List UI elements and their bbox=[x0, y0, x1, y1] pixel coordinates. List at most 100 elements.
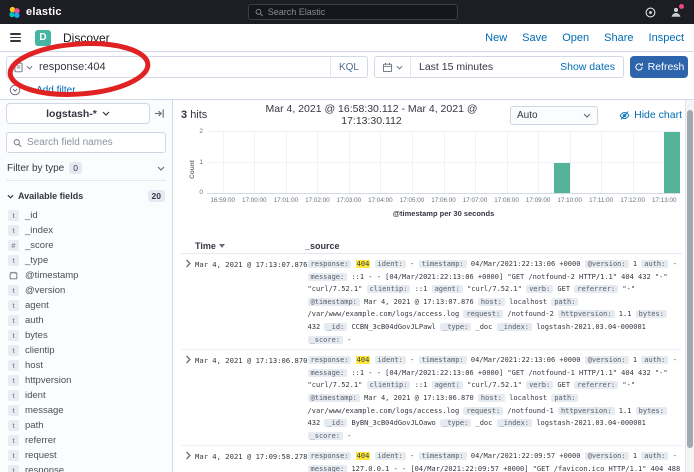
x-tick-label: 17:03:00 bbox=[337, 197, 362, 204]
field-item-agent[interactable]: tagent bbox=[6, 298, 166, 313]
share-button[interactable]: Share bbox=[604, 32, 633, 44]
field-item-index[interactable]: t_index bbox=[6, 223, 166, 238]
source-field-badge: _id: bbox=[324, 323, 347, 331]
doc-table-header: Time _source bbox=[181, 238, 682, 254]
query-language-button[interactable]: KQL bbox=[330, 57, 367, 77]
hide-chart-button[interactable]: Hide chart bbox=[606, 109, 682, 121]
interval-select[interactable]: Auto bbox=[510, 106, 598, 125]
hide-chart-label: Hide chart bbox=[634, 109, 682, 121]
discover-app-badge[interactable]: D bbox=[35, 30, 51, 46]
field-item-bytes[interactable]: tbytes bbox=[6, 328, 166, 343]
inspect-button[interactable]: Inspect bbox=[649, 32, 684, 44]
scrollbar-thumb[interactable] bbox=[687, 110, 693, 448]
refresh-label: Refresh bbox=[648, 61, 685, 73]
field-item-message[interactable]: tmessage bbox=[6, 403, 166, 418]
time-range-value[interactable]: Last 15 minutes bbox=[411, 61, 552, 73]
global-header: elastic bbox=[0, 0, 694, 24]
field-item-score[interactable]: #_score bbox=[6, 238, 166, 253]
global-search[interactable] bbox=[248, 4, 458, 20]
field-item-id[interactable]: t_id bbox=[6, 208, 166, 223]
show-dates-button[interactable]: Show dates bbox=[552, 61, 623, 73]
field-item-version[interactable]: t@version bbox=[6, 283, 166, 298]
expand-row-icon[interactable] bbox=[181, 258, 195, 346]
field-search[interactable] bbox=[6, 132, 166, 153]
field-search-input[interactable] bbox=[27, 137, 159, 148]
column-header-time[interactable]: Time bbox=[181, 241, 305, 251]
source-field-badge: _score: bbox=[308, 336, 344, 344]
source-field-value: 432 bbox=[308, 419, 321, 427]
vertical-scrollbar[interactable] bbox=[685, 100, 694, 472]
saved-query-menu[interactable] bbox=[13, 62, 39, 73]
field-item-ident[interactable]: tident bbox=[6, 388, 166, 403]
grid-line-vertical bbox=[601, 132, 602, 193]
field-item-type[interactable]: t_type bbox=[6, 253, 166, 268]
field-type-icon: t bbox=[8, 450, 19, 461]
search-icon bbox=[13, 138, 22, 148]
filter-by-type[interactable]: Filter by type 0 bbox=[6, 160, 166, 181]
field-item-path[interactable]: tpath bbox=[6, 418, 166, 433]
source-field-value: /notfound-2 bbox=[507, 310, 553, 318]
source-field-value: 04/Mar/2021:22:13:06 +0000 bbox=[471, 356, 581, 364]
available-fields-header[interactable]: Available fields 20 bbox=[6, 190, 166, 202]
field-item-host[interactable]: thost bbox=[6, 358, 166, 373]
add-filter-button[interactable]: + Add filter bbox=[28, 85, 76, 96]
source-field-value: "-" bbox=[622, 285, 635, 293]
source-field-value: 404 bbox=[356, 260, 371, 268]
histogram-bar[interactable] bbox=[554, 163, 570, 194]
field-type-icon: # bbox=[8, 240, 19, 251]
help-icon[interactable] bbox=[645, 7, 656, 18]
grid-line-vertical bbox=[507, 132, 508, 193]
field-type-icon: t bbox=[8, 435, 19, 446]
field-item-httpversion[interactable]: thttpversion bbox=[6, 373, 166, 388]
source-field-value: "curl/7.52.1" bbox=[467, 381, 522, 389]
source-field-value: "-" bbox=[622, 381, 635, 389]
field-item-auth[interactable]: tauth bbox=[6, 313, 166, 328]
saved-query-icon bbox=[13, 62, 24, 73]
calendar-menu[interactable] bbox=[375, 57, 411, 77]
sort-desc-icon bbox=[219, 244, 225, 248]
filter-options-icon[interactable] bbox=[9, 84, 21, 96]
user-avatar[interactable] bbox=[670, 6, 682, 18]
grid-line-vertical bbox=[570, 132, 571, 193]
field-item-timestamp[interactable]: @timestamp bbox=[6, 268, 166, 283]
field-item-clientip[interactable]: tclientip bbox=[6, 343, 166, 358]
chevron-down-icon bbox=[102, 111, 110, 116]
global-search-input[interactable] bbox=[268, 7, 452, 17]
new-button[interactable]: New bbox=[485, 32, 507, 44]
save-button[interactable]: Save bbox=[522, 32, 547, 44]
expand-row-icon[interactable] bbox=[181, 450, 195, 472]
expand-row-icon[interactable] bbox=[181, 354, 195, 442]
menu-hamburger-icon[interactable] bbox=[10, 33, 21, 42]
source-field-badge: httpversion: bbox=[558, 407, 615, 415]
refresh-button[interactable]: Refresh bbox=[630, 56, 688, 78]
grid-line-vertical bbox=[254, 132, 255, 193]
refresh-icon bbox=[634, 62, 644, 72]
grid-line-vertical bbox=[223, 132, 224, 193]
source-field-badge: response: bbox=[308, 452, 352, 460]
field-name: agent bbox=[25, 300, 49, 311]
doc-source: response: 404 ident: - timestamp: 04/Mar… bbox=[308, 258, 682, 346]
field-item-response[interactable]: tresponse bbox=[6, 463, 166, 472]
field-item-referrer[interactable]: treferrer bbox=[6, 433, 166, 448]
x-tick-label: 17:01:00 bbox=[274, 197, 299, 204]
field-item-request[interactable]: trequest bbox=[6, 448, 166, 463]
elastic-logo[interactable]: elastic bbox=[8, 6, 62, 19]
results-header: 3 hits Mar 4, 2021 @ 16:58:30.112 - Mar … bbox=[181, 104, 682, 126]
x-tick-label: 17:13:00 bbox=[652, 197, 677, 204]
query-input[interactable]: response:404 KQL bbox=[6, 56, 368, 78]
source-field-badge: clientip: bbox=[367, 381, 411, 389]
x-tick-label: 17:02:00 bbox=[305, 197, 330, 204]
index-pattern-select[interactable]: logstash-* bbox=[6, 103, 150, 124]
open-button[interactable]: Open bbox=[562, 32, 589, 44]
histogram-bar[interactable] bbox=[664, 132, 680, 193]
field-name: clientip bbox=[25, 345, 55, 356]
app-bar: D Discover New Save Open Share Inspect bbox=[0, 24, 694, 52]
doc-source: response: 404 ident: - timestamp: 04/Mar… bbox=[308, 354, 682, 442]
collapse-sidebar-icon[interactable] bbox=[154, 108, 166, 119]
field-name: auth bbox=[25, 315, 44, 326]
field-type-icon: t bbox=[8, 375, 19, 386]
source-field-value: logstash-2021.03.04-000001 bbox=[536, 323, 646, 331]
x-tick-label: 17:11:00 bbox=[589, 197, 613, 204]
query-text[interactable]: response:404 bbox=[39, 61, 330, 73]
source-field-value: ::1 bbox=[415, 285, 428, 293]
